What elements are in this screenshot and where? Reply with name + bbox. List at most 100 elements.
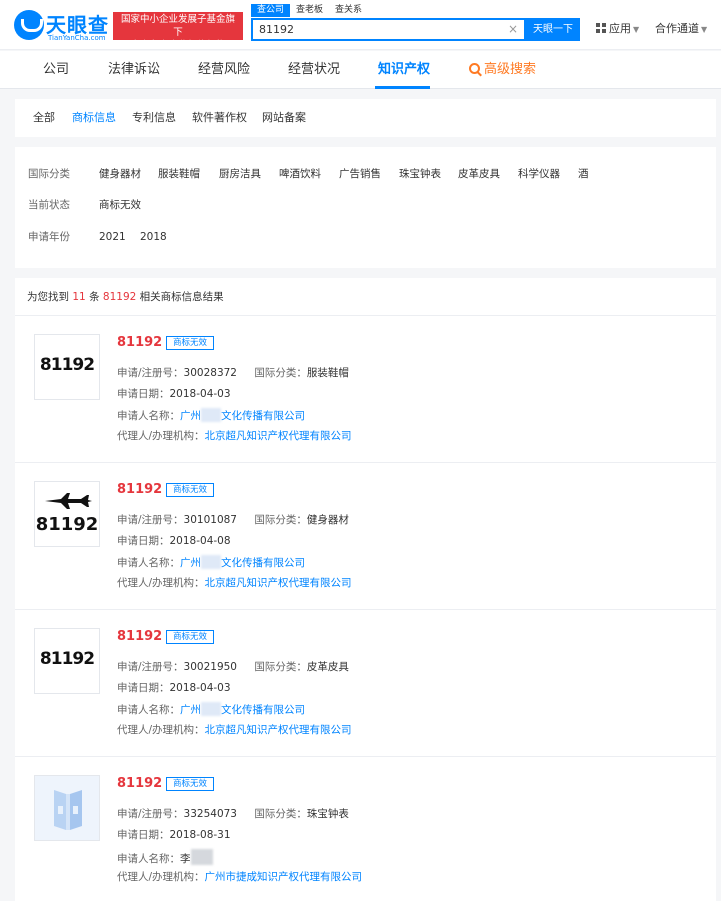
reg-no-value: 30101087 bbox=[183, 514, 237, 526]
trademark-card: 81192 81192 商标无效 申请/注册号：30028372 国际分类：服装… bbox=[15, 316, 716, 463]
class-label: 国际分类： bbox=[254, 661, 307, 673]
filter-status-label: 当前状态 bbox=[28, 199, 70, 211]
applicant-link[interactable]: 广州 文化传播有限公司 bbox=[180, 555, 305, 569]
trademark-name[interactable]: 81192 bbox=[117, 482, 162, 498]
filter-class-option[interactable]: 酒 bbox=[578, 167, 589, 181]
nav-ip[interactable]: 知识产权 bbox=[378, 61, 430, 79]
jet-icon bbox=[45, 493, 92, 509]
partner-menu[interactable]: 合作通道 ▼ bbox=[655, 22, 707, 37]
status-badge: 商标无效 bbox=[166, 336, 215, 350]
applicant-part: 文化传播有限公司 bbox=[221, 557, 305, 569]
filter-class-option[interactable]: 啤酒饮料 bbox=[279, 167, 321, 181]
book-icon bbox=[54, 790, 82, 830]
subtab-trademark[interactable]: 商标信息 bbox=[72, 110, 116, 125]
trademark-image[interactable]: 81192 bbox=[34, 481, 100, 547]
filter-class-option[interactable]: 皮革皮具 bbox=[458, 167, 500, 181]
applicant-link[interactable]: 广州 文化传播有限公司 bbox=[180, 408, 305, 422]
slogan-line-1: 国家中小企业发展子基金旗下 bbox=[120, 14, 235, 38]
filter-year-option[interactable]: 2018 bbox=[140, 230, 167, 244]
logo-eye-icon bbox=[14, 10, 44, 40]
search-tab-company[interactable]: 查公司 bbox=[251, 4, 291, 17]
search-input[interactable] bbox=[253, 20, 523, 39]
trademark-image-text: 81192 bbox=[39, 355, 95, 375]
trademark-name[interactable]: 81192 bbox=[117, 629, 162, 645]
subtab-all[interactable]: 全部 bbox=[33, 110, 55, 125]
applicant-part: 文化传播有限公司 bbox=[221, 704, 305, 716]
date-value: 2018-04-08 bbox=[169, 535, 231, 547]
redacted-text bbox=[201, 408, 221, 422]
redacted-text bbox=[190, 849, 213, 865]
tianyancha-logo[interactable]: 天眼查 TianYanCha.com bbox=[14, 9, 110, 43]
date-row: 申请日期：2018-04-08 bbox=[117, 534, 231, 548]
clear-icon[interactable]: × bbox=[508, 22, 518, 37]
applicant-part: 广州 bbox=[180, 557, 201, 569]
nav-risk[interactable]: 经营风险 bbox=[198, 61, 250, 79]
main-nav: 公司 法律诉讼 经营风险 经营状况 知识产权 高级搜索 bbox=[0, 51, 721, 89]
applicant-label: 申请人名称： bbox=[117, 557, 180, 569]
search-tab-boss[interactable]: 查老板 bbox=[290, 4, 329, 17]
applicant-row: 申请人名称：广州 文化传播有限公司 bbox=[117, 555, 305, 570]
agent-label: 代理人/办理机构： bbox=[117, 430, 205, 442]
agent-link[interactable]: 北京超凡知识产权代理有限公司 bbox=[205, 577, 352, 589]
date-row: 申请日期：2018-04-03 bbox=[117, 387, 231, 401]
trademark-image[interactable] bbox=[34, 775, 100, 841]
applicant-part: 广州 bbox=[180, 704, 201, 716]
result-keyword: 81192 bbox=[102, 291, 137, 303]
agent-link[interactable]: 北京超凡知识产权代理有限公司 bbox=[205, 430, 352, 442]
summary-prefix: 为您找到 bbox=[27, 291, 69, 303]
applicant-part: 李 bbox=[180, 853, 191, 865]
search-button[interactable]: 天眼一下 bbox=[526, 18, 580, 41]
applicant-row: 申请人名称：广州 文化传播有限公司 bbox=[117, 702, 305, 717]
date-value: 2018-08-31 bbox=[169, 829, 231, 841]
trademark-name[interactable]: 81192 bbox=[117, 776, 162, 792]
filter-class-label: 国际分类 bbox=[28, 168, 70, 180]
class-label: 国际分类： bbox=[254, 808, 307, 820]
trademark-image-text: 81192 bbox=[39, 649, 95, 669]
subtab-copyright[interactable]: 软件著作权 bbox=[192, 110, 247, 125]
filter-class-option[interactable]: 服装鞋帽 bbox=[158, 167, 200, 181]
filter-status-option[interactable]: 商标无效 bbox=[99, 198, 141, 212]
applicant-text: 李 bbox=[180, 849, 213, 865]
redacted-text bbox=[201, 702, 221, 716]
applicant-row: 申请人名称：广州 文化传播有限公司 bbox=[117, 408, 305, 423]
subtab-patent[interactable]: 专利信息 bbox=[132, 110, 176, 125]
subtab-website[interactable]: 网站备案 bbox=[262, 110, 306, 125]
reg-no-label: 申请/注册号： bbox=[117, 808, 184, 820]
summary-mid: 条 bbox=[89, 291, 100, 303]
trademark-image[interactable]: 81192 bbox=[34, 628, 100, 694]
nav-litigation[interactable]: 法律诉讼 bbox=[108, 61, 160, 79]
search-icon bbox=[469, 63, 480, 74]
filter-class-option[interactable]: 广告销售 bbox=[339, 167, 381, 181]
search-box: × bbox=[251, 18, 526, 41]
result-count: 11 bbox=[72, 291, 86, 303]
apps-menu[interactable]: 应用 ▼ bbox=[596, 22, 639, 37]
grid-icon bbox=[596, 23, 606, 33]
results-panel: 为您找到 11 条 81192 相关商标信息结果 81192 81192 商标无… bbox=[15, 278, 716, 901]
agent-link[interactable]: 北京超凡知识产权代理有限公司 bbox=[205, 724, 352, 736]
summary-suffix: 相关商标信息结果 bbox=[139, 291, 224, 303]
trademark-name[interactable]: 81192 bbox=[117, 335, 162, 351]
agent-label: 代理人/办理机构： bbox=[117, 871, 205, 883]
trademark-card: 81192 81192 商标无效 申请/注册号：30101087 国际分类：健身… bbox=[15, 463, 716, 610]
date-label: 申请日期： bbox=[117, 388, 170, 400]
reg-no-row: 申请/注册号：33254073 国际分类：珠宝钟表 bbox=[117, 807, 349, 821]
agent-row: 代理人/办理机构：北京超凡知识产权代理有限公司 bbox=[117, 576, 352, 590]
filter-class-option[interactable]: 健身器材 bbox=[99, 167, 141, 181]
nav-advanced-search[interactable]: 高级搜索 bbox=[469, 61, 536, 79]
filter-class-option[interactable]: 厨房洁具 bbox=[219, 167, 261, 181]
trademark-image[interactable]: 81192 bbox=[34, 334, 100, 400]
nav-active-indicator bbox=[375, 86, 430, 89]
applicant-link[interactable]: 广州 文化传播有限公司 bbox=[180, 702, 305, 716]
agent-link[interactable]: 广州市捷成知识产权代理有限公司 bbox=[205, 871, 363, 883]
nav-company[interactable]: 公司 bbox=[43, 61, 69, 79]
applicant-label: 申请人名称： bbox=[117, 853, 180, 865]
trademark-image-text: 81192 bbox=[35, 514, 99, 535]
reg-no-row: 申请/注册号：30101087 国际分类：健身器材 bbox=[117, 513, 349, 527]
filter-class-option[interactable]: 珠宝钟表 bbox=[399, 167, 441, 181]
filter-class-option[interactable]: 科学仪器 bbox=[518, 167, 560, 181]
reg-no-row: 申请/注册号：30021950 国际分类：皮革皮具 bbox=[117, 660, 349, 674]
filter-year-option[interactable]: 2021 bbox=[99, 230, 126, 244]
search-tab-relation[interactable]: 查关系 bbox=[329, 4, 368, 17]
filter-year-label: 申请年份 bbox=[28, 231, 70, 243]
nav-operation[interactable]: 经营状况 bbox=[288, 61, 340, 79]
